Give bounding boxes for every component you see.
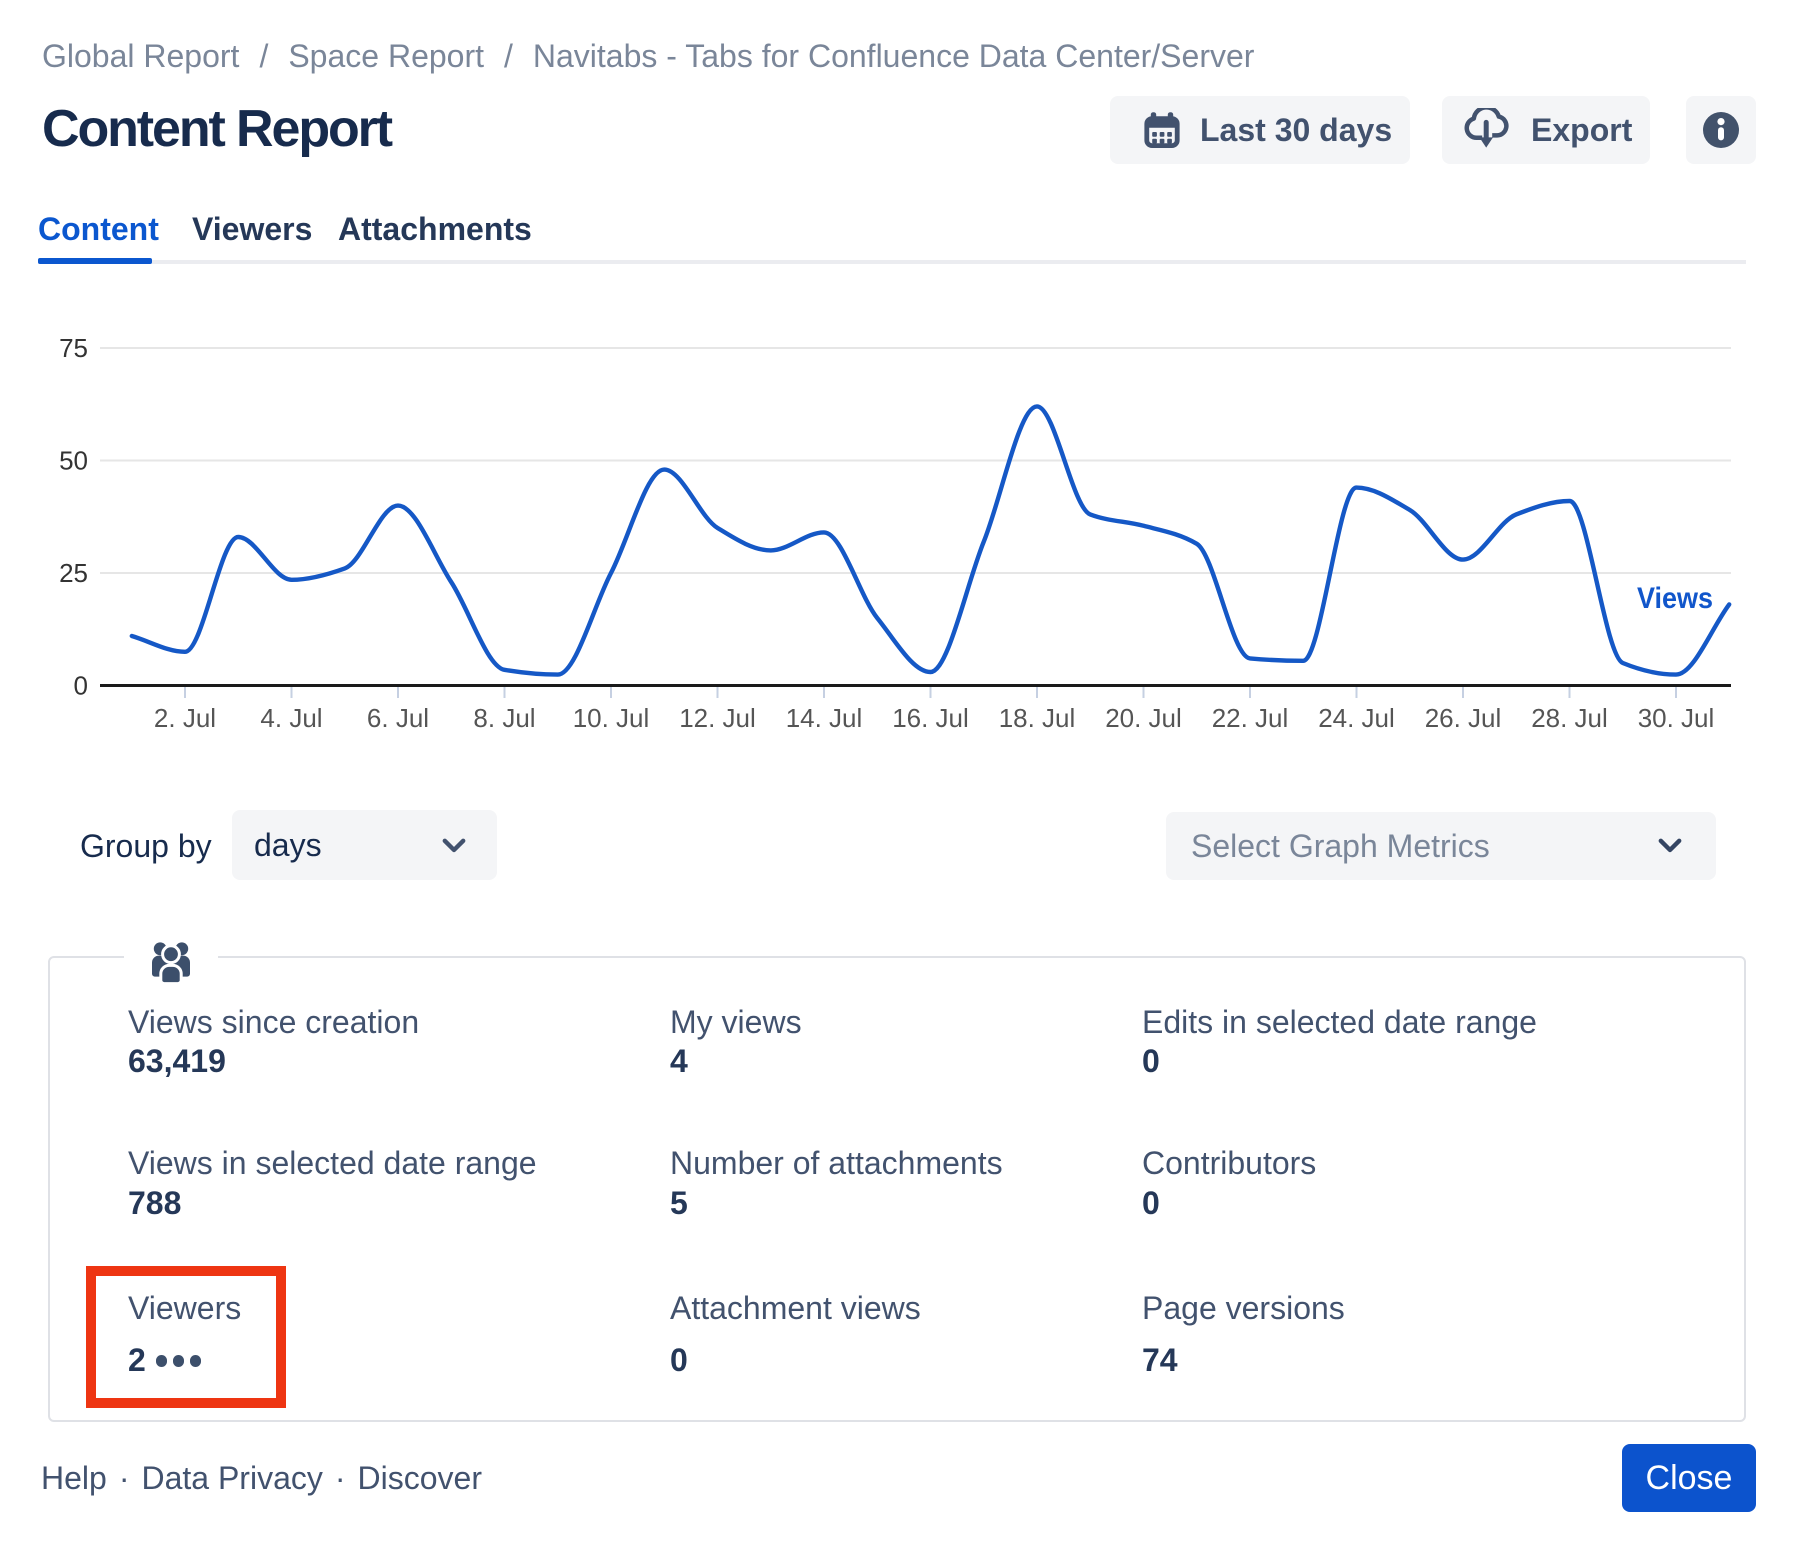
svg-text:14. Jul: 14. Jul: [786, 703, 863, 733]
svg-text:20. Jul: 20. Jul: [1105, 703, 1182, 733]
svg-text:30. Jul: 30. Jul: [1638, 703, 1715, 733]
svg-text:22. Jul: 22. Jul: [1212, 703, 1289, 733]
svg-text:25: 25: [59, 558, 88, 588]
svg-text:4. Jul: 4. Jul: [260, 703, 322, 733]
svg-text:12. Jul: 12. Jul: [679, 703, 756, 733]
svg-text:10. Jul: 10. Jul: [573, 703, 650, 733]
svg-text:26. Jul: 26. Jul: [1425, 703, 1502, 733]
svg-text:50: 50: [59, 446, 88, 476]
svg-text:24. Jul: 24. Jul: [1318, 703, 1395, 733]
svg-text:6. Jul: 6. Jul: [367, 703, 429, 733]
svg-text:8. Jul: 8. Jul: [473, 703, 535, 733]
svg-text:0: 0: [74, 671, 88, 701]
svg-text:2. Jul: 2. Jul: [154, 703, 216, 733]
svg-text:16. Jul: 16. Jul: [892, 703, 969, 733]
svg-text:18. Jul: 18. Jul: [999, 703, 1076, 733]
svg-text:Views: Views: [1637, 582, 1713, 615]
svg-text:28. Jul: 28. Jul: [1531, 703, 1608, 733]
svg-text:75: 75: [59, 333, 88, 363]
